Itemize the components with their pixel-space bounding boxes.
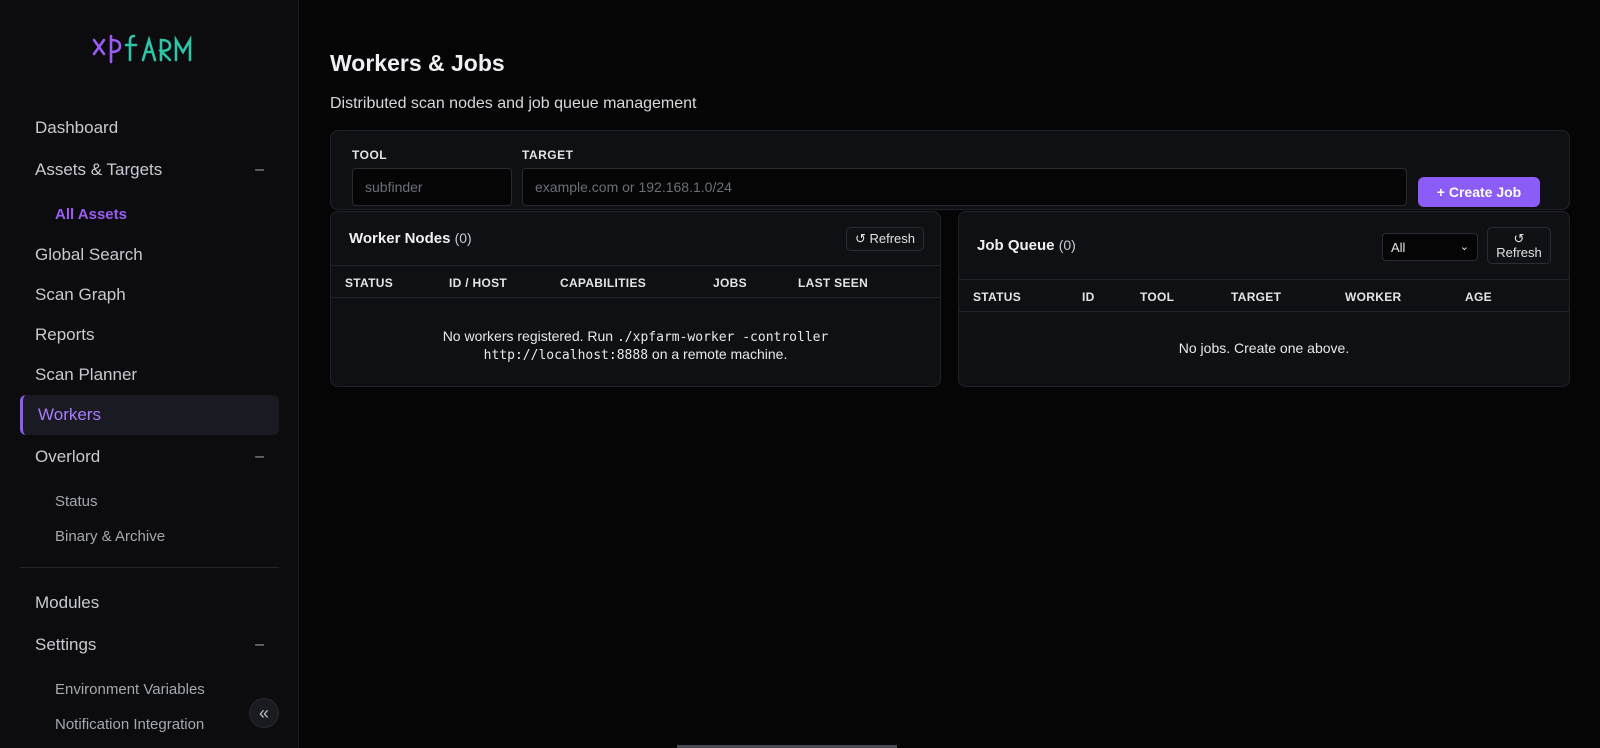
page-title: Workers & Jobs: [330, 50, 505, 76]
column-header[interactable]: STATUS: [345, 266, 393, 299]
collapse-toggle-icon[interactable]: –: [255, 625, 264, 665]
nav-scan-planner-label: Scan Planner: [35, 365, 138, 384]
worker-count: (0): [454, 230, 472, 246]
nav-binary-archive-label: Binary & Archive: [55, 527, 166, 545]
create-job-button[interactable]: + Create Job: [1418, 177, 1540, 207]
nav-all-assets[interactable]: All Assets: [55, 200, 127, 228]
column-header[interactable]: AGE: [1465, 280, 1492, 313]
workers-refresh-button[interactable]: ↺ Refresh: [846, 227, 924, 251]
nav-scan-planner[interactable]: Scan Planner: [20, 355, 279, 395]
sidebar-collapse-button[interactable]: «: [249, 698, 279, 728]
nav-environment-variables[interactable]: Environment Variables: [55, 675, 205, 703]
worker-command: ./xpfarm-worker -controller: [616, 330, 829, 345]
nav-overlord-label: Overlord: [35, 447, 101, 466]
column-header[interactable]: CAPABILITIES: [560, 266, 646, 299]
jobs-refresh-label: Refresh: [1496, 244, 1542, 260]
create-job-form: TOOL TARGET + Create Job: [330, 130, 1570, 210]
column-header[interactable]: STATUS: [973, 280, 1021, 313]
column-header[interactable]: WORKER: [1345, 280, 1401, 313]
nav-all-assets-label: All Assets: [55, 205, 127, 223]
page-subtitle: Distributed scan nodes and job queue man…: [330, 95, 697, 112]
nav-workers[interactable]: Workers: [20, 395, 279, 435]
nav-modules-label: Modules: [35, 593, 100, 612]
nav-dashboard-label: Dashboard: [35, 118, 119, 137]
tool-label: TOOL: [352, 148, 388, 162]
column-header[interactable]: JOBS: [713, 266, 747, 299]
jobs-empty-message: No jobs. Create one above.: [1178, 340, 1350, 356]
jobs-refresh-button[interactable]: ↺ Refresh: [1487, 227, 1551, 264]
column-header[interactable]: TOOL: [1140, 280, 1174, 313]
nav-reports[interactable]: Reports: [20, 315, 279, 355]
sidebar: Dashboard Assets & Targets – All Assets …: [0, 0, 299, 748]
workers-empty-message: No workers registered. Run ./xpfarm-work…: [331, 328, 940, 364]
collapse-toggle-icon[interactable]: –: [255, 150, 264, 190]
nav-environment-variables-label: Environment Variables: [55, 680, 205, 698]
column-header[interactable]: ID / HOST: [449, 266, 507, 299]
worker-nodes-panel: Worker Nodes (0) ↺ Refresh STATUS ID / H…: [330, 211, 941, 387]
refresh-icon: ↺: [1513, 230, 1525, 246]
target-input[interactable]: [522, 168, 1407, 206]
nav-settings[interactable]: Settings –: [20, 625, 279, 665]
nav-dashboard[interactable]: Dashboard: [20, 108, 279, 148]
job-queue-panel: Job Queue (0) All ⌄ ↺ Refresh STATUS ID …: [958, 211, 1570, 387]
nav-assets-targets[interactable]: Assets & Targets –: [20, 150, 279, 190]
nav-status-label: Status: [55, 492, 98, 510]
nav-status[interactable]: Status: [55, 487, 98, 515]
nav-notification-integration[interactable]: Notification Integration: [55, 710, 204, 738]
nav-overlord[interactable]: Overlord –: [20, 437, 279, 477]
nav-binary-archive[interactable]: Binary & Archive: [55, 522, 165, 550]
job-count: (0): [1058, 237, 1076, 253]
job-queue-title-text: Job Queue: [977, 237, 1055, 254]
job-queue-title: Job Queue (0): [977, 237, 1076, 254]
target-label: TARGET: [522, 148, 574, 162]
xp-farm-logo[interactable]: [92, 30, 212, 68]
nav-global-search[interactable]: Global Search: [20, 235, 279, 275]
nav-workers-label: Workers: [38, 405, 101, 424]
empty-suffix: on a remote machine.: [648, 346, 788, 362]
tool-input[interactable]: [352, 168, 512, 206]
nav-global-search-label: Global Search: [35, 245, 143, 264]
collapse-toggle-icon[interactable]: –: [255, 437, 264, 477]
job-status-filter[interactable]: All ⌄: [1382, 233, 1478, 261]
controller-url: http://localhost:8888: [483, 348, 649, 363]
nav-scan-graph-label: Scan Graph: [35, 285, 126, 304]
double-chevron-left-icon: «: [258, 702, 269, 723]
nav-modules[interactable]: Modules: [20, 583, 279, 623]
jobs-table-header: STATUS ID TOOL TARGET WORKER AGE: [959, 279, 1569, 312]
worker-nodes-title: Worker Nodes (0): [349, 230, 472, 247]
column-header[interactable]: ID: [1082, 280, 1095, 313]
workers-table-header: STATUS ID / HOST CAPABILITIES JOBS LAST …: [331, 265, 940, 298]
column-header[interactable]: TARGET: [1231, 280, 1281, 313]
column-header[interactable]: LAST SEEN: [798, 266, 868, 299]
nav-settings-label: Settings: [35, 635, 97, 654]
nav-reports-label: Reports: [35, 325, 95, 344]
filter-selected-value: All: [1391, 239, 1406, 255]
chevron-down-icon: ⌄: [1459, 241, 1469, 253]
sidebar-divider: [20, 567, 279, 568]
nav-notification-integration-label: Notification Integration: [55, 715, 205, 733]
nav-assets-targets-label: Assets & Targets: [35, 160, 163, 179]
worker-nodes-title-text: Worker Nodes: [349, 230, 451, 247]
nav-scan-graph[interactable]: Scan Graph: [20, 275, 279, 315]
empty-prefix: No workers registered. Run: [442, 328, 617, 344]
